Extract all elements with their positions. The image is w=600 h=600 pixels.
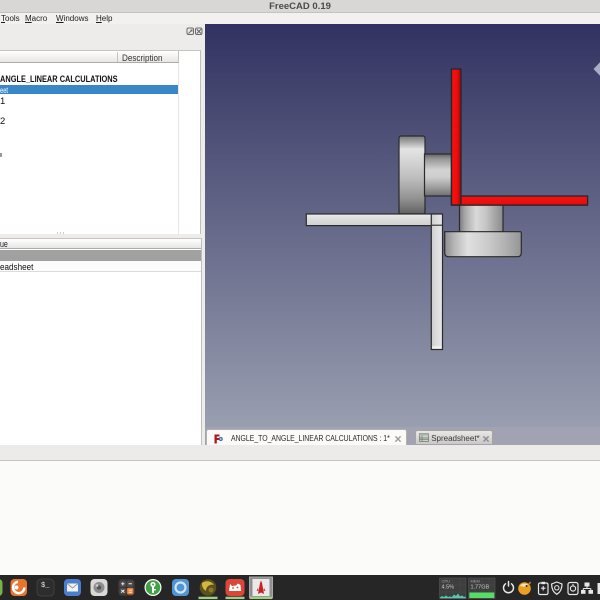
- svg-text:4.5%: 4.5%: [442, 585, 455, 591]
- svg-text:$_: $_: [41, 582, 50, 590]
- svg-text:CPU: CPU: [442, 579, 451, 584]
- svg-text:MEM: MEM: [471, 579, 480, 584]
- svg-text:1.77GB: 1.77GB: [471, 585, 490, 591]
